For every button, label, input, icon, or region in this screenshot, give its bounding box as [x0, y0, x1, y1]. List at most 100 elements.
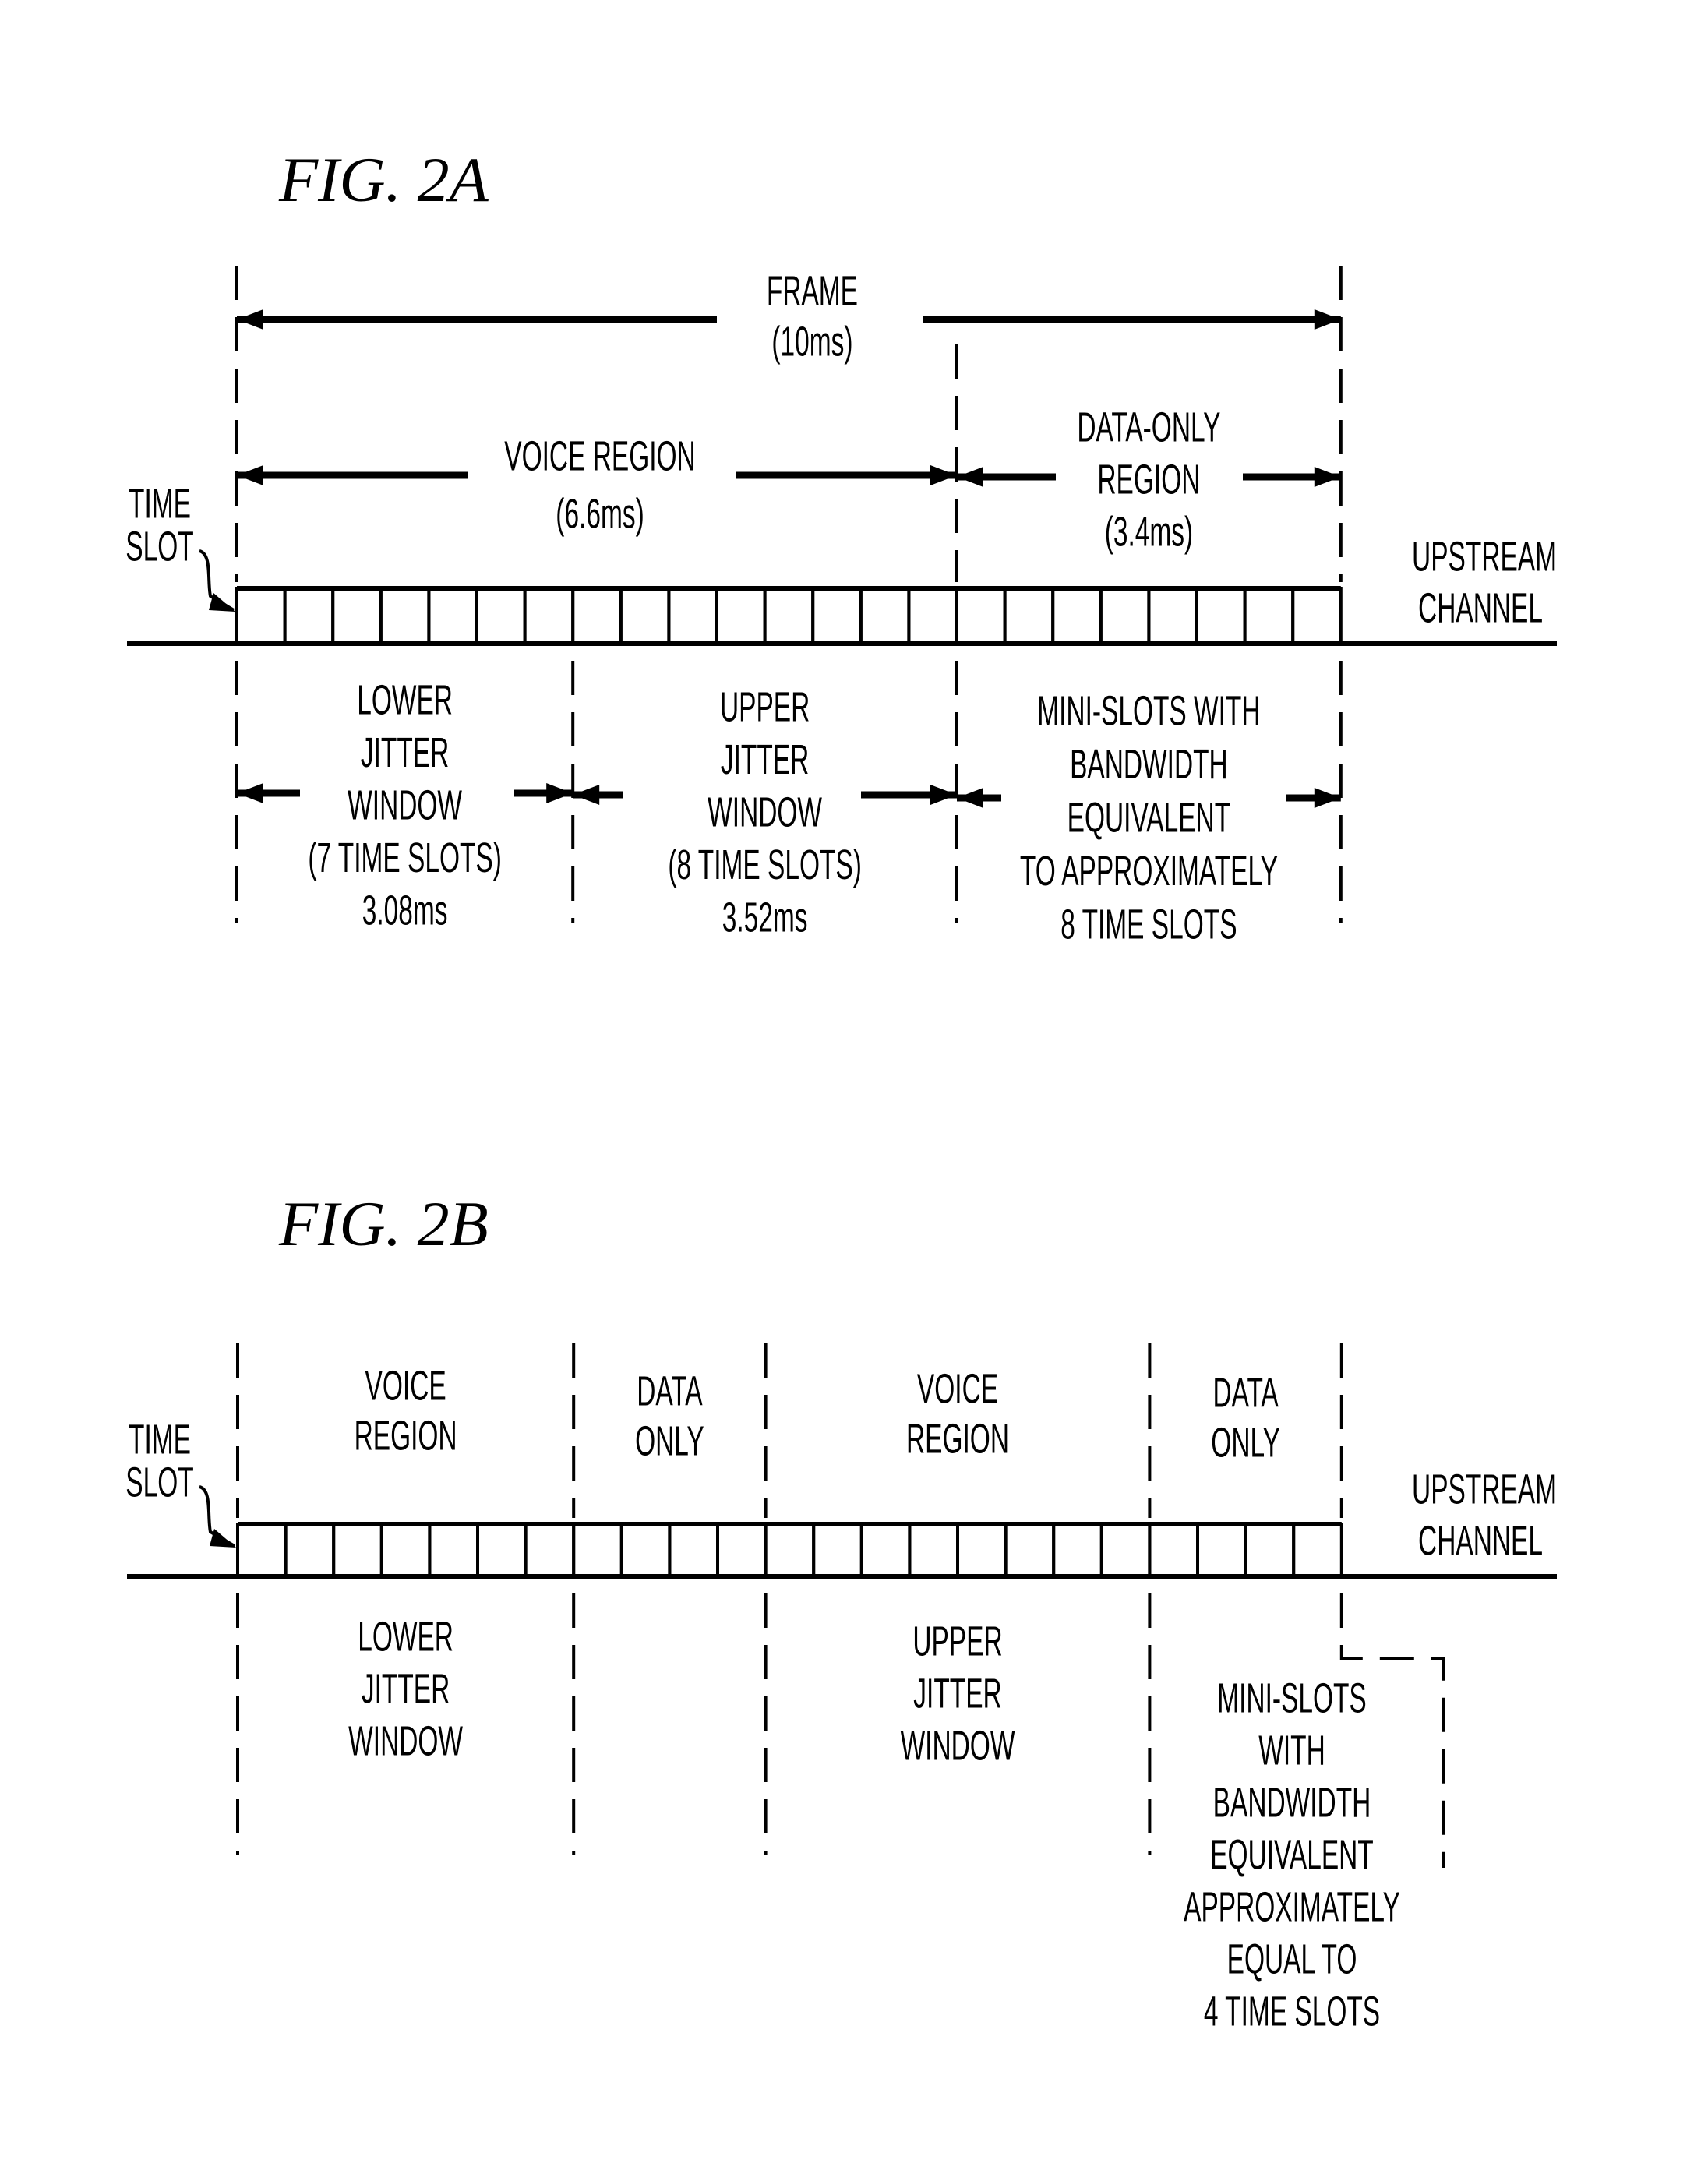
data-only-region-label-line1: DATA-ONLY — [1077, 403, 1220, 450]
mini-slots-label-line2: WITH — [1258, 1726, 1325, 1773]
data-only-region-label-line2: REGION — [1097, 455, 1200, 503]
lower-jitter-window-label-line1-group: LOWER — [357, 676, 453, 723]
upper-jitter-window-label-line3: WINDOW — [708, 788, 822, 835]
upper-jitter-window-label-line1: UPPER — [720, 683, 810, 730]
voice-region-2-label-line1: VOICE — [917, 1364, 998, 1412]
lower-jitter-window-label-line2-group: JITTER — [362, 1664, 450, 1712]
time-slot-label-line2-group: SLOT — [125, 522, 193, 570]
voice-region-2-label-line2: REGION — [906, 1414, 1009, 1462]
voice-region-2-label-line1-group: VOICE — [917, 1364, 998, 1412]
upstream-channel-label-line2-group: CHANNEL — [1418, 584, 1543, 631]
mini-slots-label-line4: EQUIVALENT — [1210, 1830, 1374, 1878]
data-only-region-label-line1-group: DATA-ONLY — [1077, 403, 1220, 450]
upstream-channel-label-line1-group: UPSTREAM — [1412, 532, 1557, 580]
voice-region-1-label-line1-group: VOICE — [365, 1361, 446, 1409]
time-slot-label-line1-group: TIME — [129, 1415, 191, 1463]
upper-jitter-window-label-line2: JITTER — [721, 735, 809, 782]
data-only-region-label-line2-group: REGION — [1097, 455, 1200, 503]
lower-jitter-window-label-line5: 3.08ms — [362, 886, 448, 934]
data-only-2-label-line2: ONLY — [1211, 1418, 1280, 1466]
lower-jitter-window-label-line4: (7 TIME SLOTS) — [308, 833, 502, 881]
lower-jitter-window-label-line2: JITTER — [362, 1664, 450, 1712]
data-only-2-label-line1-group: DATA — [1212, 1368, 1278, 1416]
upper-jitter-window-label-line3: WINDOW — [901, 1721, 1015, 1769]
mini-slots-label-line5: APPROXIMATELY — [1184, 1883, 1400, 1930]
voice-region-2-label-line2-group: REGION — [906, 1414, 1009, 1462]
mini-slots-label-line1-group: MINI-SLOTS — [1217, 1674, 1367, 1721]
data-only-1-label-line1-group: DATA — [637, 1367, 702, 1414]
upstream-channel-label-line1: UPSTREAM — [1412, 532, 1557, 580]
frame-duration: (10ms) — [771, 317, 852, 365]
data-only-1-label-line1: DATA — [637, 1367, 702, 1414]
voice-region-label: VOICE REGION — [504, 432, 695, 479]
upper-jitter-window-label-line2-group: JITTER — [721, 735, 809, 782]
lower-jitter-window-label-line3: WINDOW — [348, 1717, 463, 1764]
data-only-2-label-line1: DATA — [1212, 1368, 1278, 1416]
upper-jitter-window-label-line5: 3.52ms — [722, 893, 808, 941]
upper-jitter-window-label-line1: UPPER — [912, 1617, 1002, 1664]
upstream-channel-label-line1: UPSTREAM — [1412, 1465, 1557, 1512]
mini-slots-label-line6: EQUAL TO — [1227, 1935, 1357, 1982]
lower-jitter-window-label-line1-group: LOWER — [358, 1612, 453, 1660]
patent-figure-sheet: FIG. 2A TIMESLOT UPSTREAMCHANNELFRAME(10m… — [0, 0, 1708, 2167]
mini-slots-label-line3: EQUIVALENT — [1068, 793, 1231, 841]
upper-jitter-window-label-line3-group: WINDOW — [901, 1721, 1015, 1769]
upper-jitter-window-label-line2-group: JITTER — [913, 1669, 1001, 1717]
mini-slots-label-line7-group: 4 TIME SLOTS — [1204, 1987, 1380, 2035]
upper-jitter-window-label-line1-group: UPPER — [720, 683, 810, 730]
mini-slots-label-line4-group: TO APPROXIMATELY — [1020, 846, 1278, 894]
upper-jitter-window-label-line5-group: 3.52ms — [722, 893, 808, 941]
mini-slots-label-line7: 4 TIME SLOTS — [1204, 1987, 1380, 2035]
mini-slots-label-line6-group: EQUAL TO — [1227, 1935, 1357, 1982]
mini-slots-label-line5: 8 TIME SLOTS — [1060, 900, 1237, 948]
mini-slots-label-line1: MINI-SLOTS — [1217, 1674, 1367, 1721]
mini-slots-label-line1: MINI-SLOTS WITH — [1037, 686, 1260, 734]
voice-region-1-label-line2: REGION — [355, 1411, 457, 1459]
upstream-channel-label-line2: CHANNEL — [1418, 584, 1543, 631]
mini-slots-label-line2: BANDWIDTH — [1070, 739, 1228, 787]
mini-slots-label-line1-group: MINI-SLOTS WITH — [1037, 686, 1260, 734]
mini-slots-label-line2-group: BANDWIDTH — [1070, 739, 1228, 787]
figure-2a-title: FIG. 2A — [278, 144, 489, 215]
lower-jitter-window-label-line1: LOWER — [357, 676, 453, 723]
time-slot-label-line2-group: SLOT — [125, 1458, 193, 1505]
lower-jitter-window-label-line2: JITTER — [361, 728, 449, 775]
lower-jitter-window-label-line3: WINDOW — [348, 781, 462, 828]
upstream-channel-label-line2: CHANNEL — [1418, 1516, 1543, 1564]
frame-label-group: FRAME — [767, 266, 858, 314]
lower-jitter-window-label-line3-group: WINDOW — [348, 781, 462, 828]
mini-slots-label-line3: BANDWIDTH — [1213, 1778, 1371, 1826]
upper-jitter-window-label-line4-group: (8 TIME SLOTS) — [668, 840, 862, 888]
mini-slots-label-line5-group: 8 TIME SLOTS — [1060, 900, 1237, 948]
voice-region-label-group: VOICE REGION — [504, 432, 695, 479]
mini-slots-label-line3-group: EQUIVALENT — [1068, 793, 1231, 841]
time-slot-label-line1: TIME — [129, 479, 191, 527]
lower-jitter-window-label-line2-group: JITTER — [361, 728, 449, 775]
lower-jitter-window-label-line1: LOWER — [358, 1612, 453, 1660]
mini-slots-label-line2-group: WITH — [1258, 1726, 1325, 1773]
figure-2b-title: FIG. 2B — [278, 1188, 489, 1259]
upper-jitter-window-label-line3-group: WINDOW — [708, 788, 822, 835]
data-only-1-label-line2-group: ONLY — [635, 1417, 704, 1464]
voice-region-duration: (6.6ms) — [556, 489, 644, 537]
lower-jitter-window-label-line5-group: 3.08ms — [362, 886, 448, 934]
lower-jitter-window-label-line4-group: (7 TIME SLOTS) — [308, 833, 502, 881]
voice-region-1-label-line1: VOICE — [365, 1361, 446, 1409]
data-only-2-label-line2-group: ONLY — [1211, 1418, 1280, 1466]
upper-jitter-window-label-line1-group: UPPER — [912, 1617, 1002, 1664]
upper-jitter-window-label-line2: JITTER — [913, 1669, 1001, 1717]
frame-label: FRAME — [767, 266, 858, 314]
mini-slots-label-line5-group: APPROXIMATELY — [1184, 1883, 1400, 1930]
mini-slots-label-line4: TO APPROXIMATELY — [1020, 846, 1278, 894]
data-only-1-label-line2: ONLY — [635, 1417, 704, 1464]
time-slot-label-line1: TIME — [129, 1415, 191, 1463]
upstream-channel-label-line1-group: UPSTREAM — [1412, 1465, 1557, 1512]
mini-slots-label-line4-group: EQUIVALENT — [1210, 1830, 1374, 1878]
voice-region-duration-group: (6.6ms) — [556, 489, 644, 537]
data-only-region-label-line3: (3.4ms) — [1105, 507, 1193, 555]
upper-jitter-window-label-line4: (8 TIME SLOTS) — [668, 840, 862, 888]
voice-region-1-label-line2-group: REGION — [355, 1411, 457, 1459]
upstream-channel-label-line2-group: CHANNEL — [1418, 1516, 1543, 1564]
time-slot-label-line2: SLOT — [125, 522, 193, 570]
data-only-region-label-line3-group: (3.4ms) — [1105, 507, 1193, 555]
